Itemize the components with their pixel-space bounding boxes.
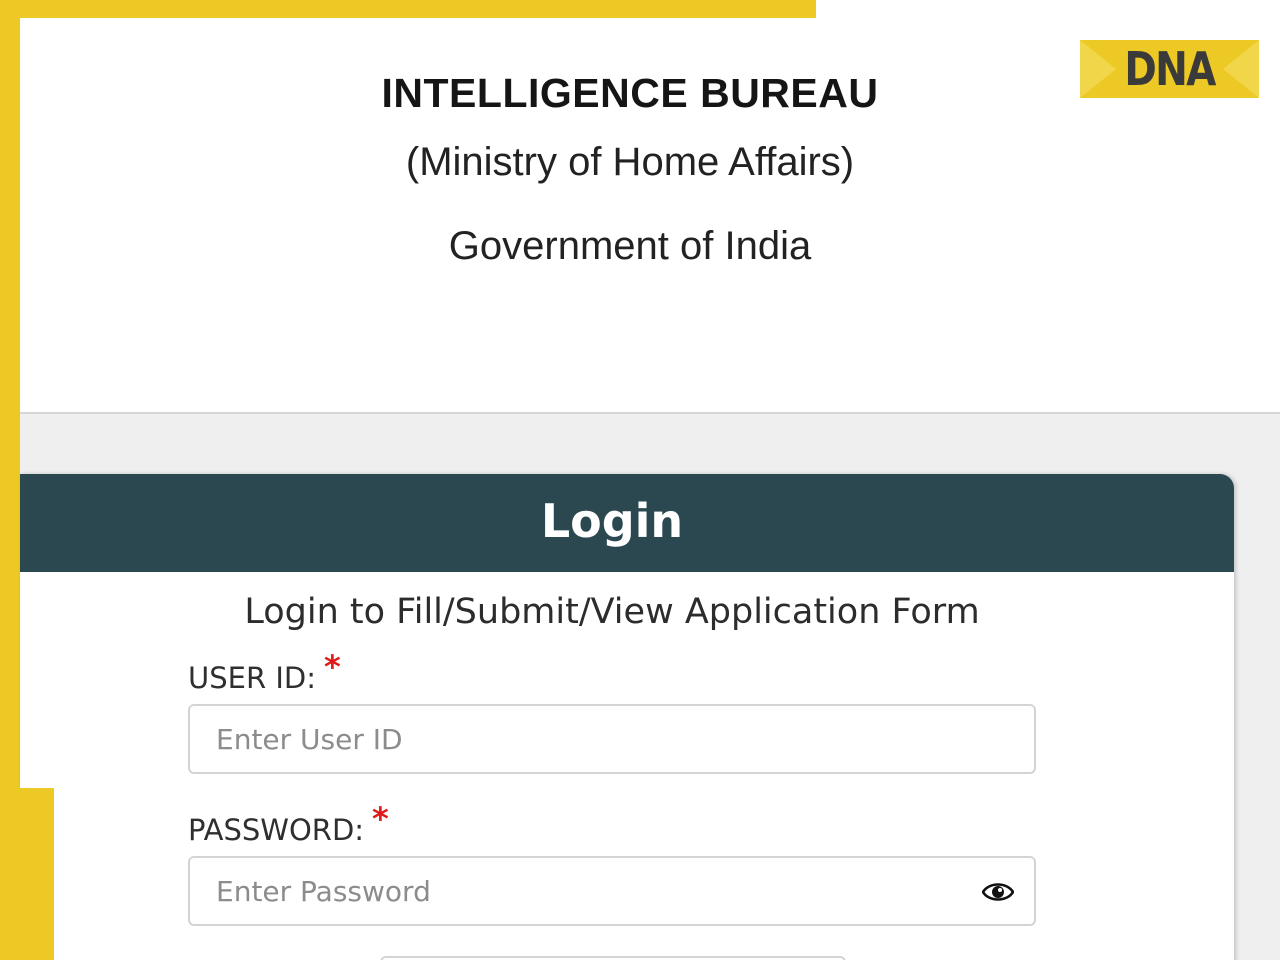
dna-logo: DNA (1080, 40, 1259, 98)
ministry-subtitle: (Ministry of Home Affairs) (405, 140, 855, 184)
login-title: Login (540, 494, 684, 548)
eye-icon[interactable] (982, 880, 1014, 904)
password-label-text: PASSWORD: (188, 813, 365, 847)
user-id-label: USER ID: * (188, 648, 341, 696)
frame-left-bottom-block (0, 788, 54, 960)
login-card: Login Login to Fill/Submit/View Applicat… (20, 474, 1234, 960)
login-subtitle: Login to Fill/Submit/View Application Fo… (244, 592, 980, 632)
submit-button-partial[interactable] (380, 956, 846, 960)
user-id-input[interactable] (190, 706, 1034, 772)
frame-top-border (0, 0, 816, 18)
organization-title: INTELLIGENCE BUREAU (381, 70, 879, 116)
password-input[interactable] (190, 858, 1034, 924)
password-label: PASSWORD: * (188, 800, 389, 848)
logo-text: DNA (1124, 42, 1216, 96)
user-id-label-text: USER ID: (188, 661, 316, 695)
password-field-box (188, 856, 1036, 926)
required-mark: * (323, 648, 341, 686)
user-id-field-box (188, 704, 1036, 774)
required-mark: * (372, 800, 389, 838)
login-card-header: Login (20, 474, 1234, 572)
government-subtitle: Government of India (448, 224, 812, 268)
